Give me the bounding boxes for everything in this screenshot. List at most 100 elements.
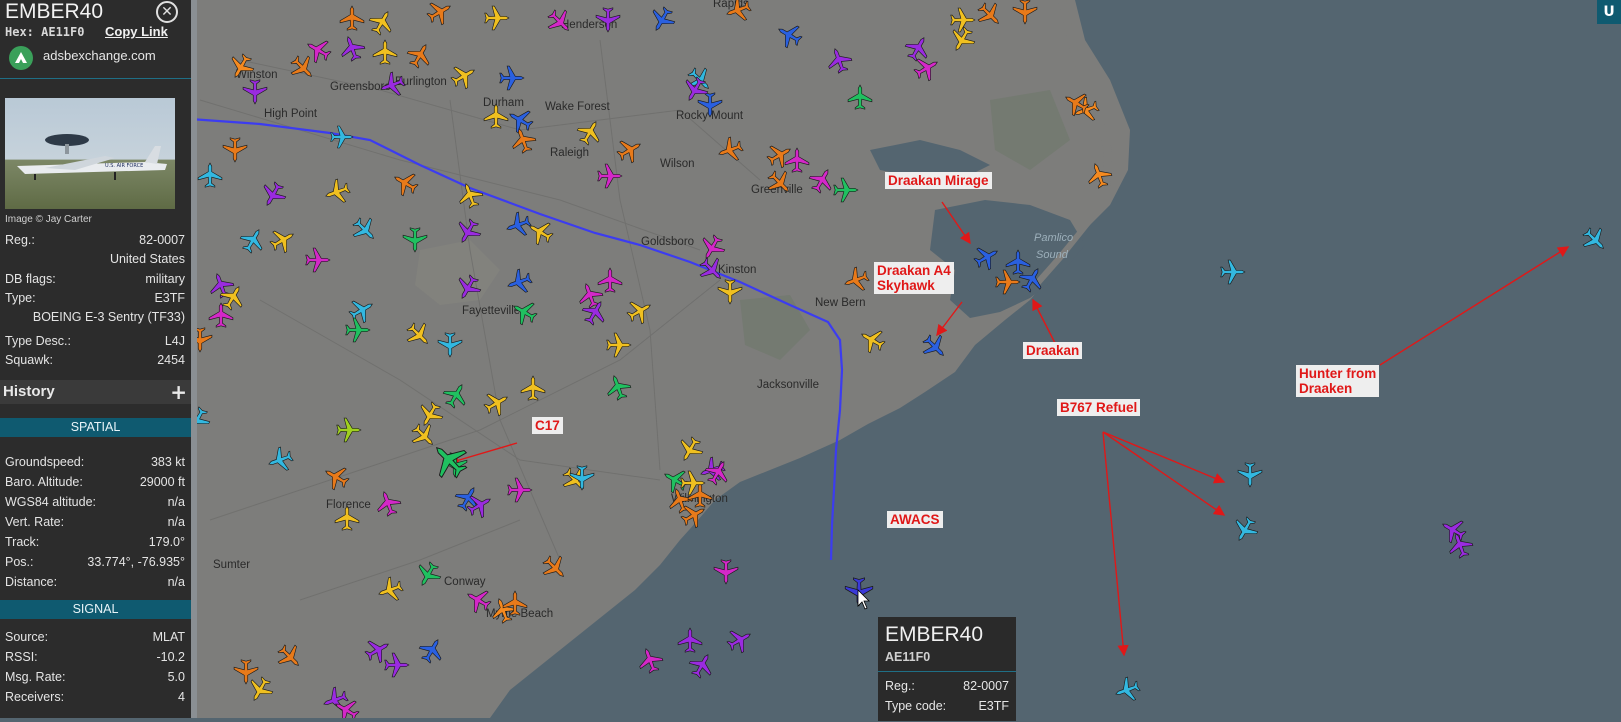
detail-key: Type Desc.: xyxy=(5,334,71,348)
aircraft-marker-icon[interactable] xyxy=(1228,512,1262,547)
spatial-value: 179.0° xyxy=(148,535,185,549)
aircraft-marker-icon[interactable] xyxy=(634,644,666,677)
close-icon[interactable]: ✕ xyxy=(156,1,178,23)
spatial-key: Distance: xyxy=(5,575,58,589)
signal-section-header[interactable]: SIGNAL xyxy=(0,600,191,619)
signal-row: RSSI: -10.2 xyxy=(5,650,185,666)
annotation-awacs: AWACS xyxy=(887,511,943,528)
callsign-title: EMBER40 xyxy=(5,0,104,23)
spatial-row: Groundspeed: 383 kt xyxy=(5,455,185,471)
map-canvas[interactable]: WinstonGreensboro BurlingtonDurham Wake Fo… xyxy=(0,0,1621,722)
hex-code: Hex: AE11F0 xyxy=(5,25,85,39)
place-label: Durham xyxy=(483,97,524,109)
aircraft-marker-icon[interactable] xyxy=(1436,513,1471,547)
place-label: Wilson xyxy=(660,158,695,170)
spatial-section-header[interactable]: SPATIAL xyxy=(0,418,191,437)
spatial-value: n/a xyxy=(167,495,185,509)
signal-key: Source: xyxy=(5,630,49,644)
signal-value: 4 xyxy=(178,690,185,704)
map[interactable]: Winston Greensboro Burlington Durham Wake Fo… xyxy=(0,0,1621,722)
detail-row-type: Type: E3TF xyxy=(5,291,185,307)
signal-key: Msg. Rate: xyxy=(5,670,66,684)
detail-row-dbflags: DB flags: military xyxy=(5,272,185,288)
aircraft-marker-icon[interactable] xyxy=(1111,674,1144,706)
spatial-row: Baro. Altitude: 29000 ft xyxy=(5,475,185,491)
spatial-row: Pos.: 33.774°, -76.935° xyxy=(5,555,185,571)
plus-icon[interactable]: + xyxy=(170,380,187,404)
spatial-key: Baro. Altitude: xyxy=(5,475,83,489)
detail-key: DB flags: xyxy=(5,272,56,286)
tooltip-hex: AE11F0 xyxy=(885,650,931,664)
tooltip-divider xyxy=(878,671,1016,672)
sidebar-resize-handle[interactable] xyxy=(191,0,197,718)
place-label: Fayetteville xyxy=(462,305,520,317)
history-title: History xyxy=(3,383,55,400)
aircraft-marker-icon[interactable] xyxy=(677,627,703,653)
place-label: Goldsboro xyxy=(641,236,694,248)
signal-row: Source: MLAT xyxy=(5,630,185,646)
place-label: Greensboro xyxy=(330,81,391,93)
spatial-row: WGS84 altitude: n/a xyxy=(5,495,185,511)
place-label: Sumter xyxy=(213,559,250,571)
tooltip-callsign: EMBER40 xyxy=(885,623,984,646)
aircraft-photo[interactable]: U.S. AIR FORCE xyxy=(5,98,175,209)
spatial-value: 33.774°, -76.935° xyxy=(87,555,185,569)
aircraft-marker-icon[interactable] xyxy=(722,623,757,657)
detail-row-reg: Reg.: 82-0007 xyxy=(5,233,185,249)
history-header[interactable]: History + xyxy=(0,380,191,404)
spatial-value: 29000 ft xyxy=(139,475,185,489)
place-label: New Bern xyxy=(815,297,866,309)
aircraft-marker-icon[interactable] xyxy=(1220,259,1246,285)
spatial-value: n/a xyxy=(167,575,185,589)
source-site-link[interactable]: adsbexchange.com xyxy=(43,48,156,63)
signal-value: MLAT xyxy=(152,630,185,644)
spatial-value: n/a xyxy=(167,515,185,529)
detail-country: United States xyxy=(109,252,185,266)
aircraft-marker-icon[interactable] xyxy=(1237,462,1263,488)
spatial-row: Distance: n/a xyxy=(5,575,185,591)
detail-key: Type: xyxy=(5,291,36,305)
place-label: Sound xyxy=(1036,249,1069,261)
annotation-c17: C17 xyxy=(532,417,563,434)
spatial-key: WGS84 altitude: xyxy=(5,495,97,509)
aircraft-marker-icon[interactable] xyxy=(713,559,739,585)
signal-key: Receivers: xyxy=(5,690,65,704)
annotation-draakan-a4: Draakan A4 Skyhawk xyxy=(874,262,954,294)
copy-link[interactable]: Copy Link xyxy=(105,24,168,39)
spatial-row: Vert. Rate: n/a xyxy=(5,515,185,531)
place-label: Jacksonville xyxy=(757,379,819,391)
place-label: Wake Forest xyxy=(545,101,611,113)
tooltip-value: 82-0007 xyxy=(963,679,1009,693)
aircraft-marker-icon[interactable] xyxy=(685,648,719,683)
place-label: Raleigh xyxy=(550,147,589,159)
detail-key: Reg.: xyxy=(5,233,35,247)
aircraft-info-panel: EMBER40 ✕ Hex: AE11F0 Copy Link adsbexch… xyxy=(0,0,191,718)
land-area xyxy=(190,0,1130,718)
detail-type-name: BOEING E-3 Sentry (TF33) xyxy=(32,310,185,324)
photo-credit: Image © Jay Carter xyxy=(5,214,92,225)
divider xyxy=(0,78,191,79)
signal-value: 5.0 xyxy=(167,670,185,684)
place-label: High Point xyxy=(264,108,318,120)
detail-value: military xyxy=(145,272,185,286)
spatial-key: Track: xyxy=(5,535,40,549)
spatial-key: Vert. Rate: xyxy=(5,515,65,529)
signal-value: -10.2 xyxy=(156,650,186,664)
detail-value: 82-0007 xyxy=(139,233,185,247)
detail-key: Squawk: xyxy=(5,353,53,367)
annotation-hunter: Hunter from Draaken xyxy=(1296,365,1380,397)
detail-value: E3TF xyxy=(154,291,185,305)
spatial-value: 383 kt xyxy=(150,455,185,469)
detail-value: 2454 xyxy=(157,353,185,367)
signal-row: Msg. Rate: 5.0 xyxy=(5,670,185,686)
spatial-key: Groundspeed: xyxy=(5,455,85,469)
settings-toggle-button[interactable]: U xyxy=(1597,0,1621,24)
aircraft-marker-icon[interactable] xyxy=(1577,222,1613,258)
annotation-b767: B767 Refuel xyxy=(1057,399,1141,416)
spatial-key: Pos.: xyxy=(5,555,34,569)
signal-key: RSSI: xyxy=(5,650,38,664)
adsbexchange-logo-icon[interactable] xyxy=(9,46,33,70)
annotation-draakan-mirage: Draakan Mirage xyxy=(885,172,992,189)
spatial-row: Track: 179.0° xyxy=(5,535,185,551)
detail-row-typedesc: Type Desc.: L4J xyxy=(5,334,185,350)
